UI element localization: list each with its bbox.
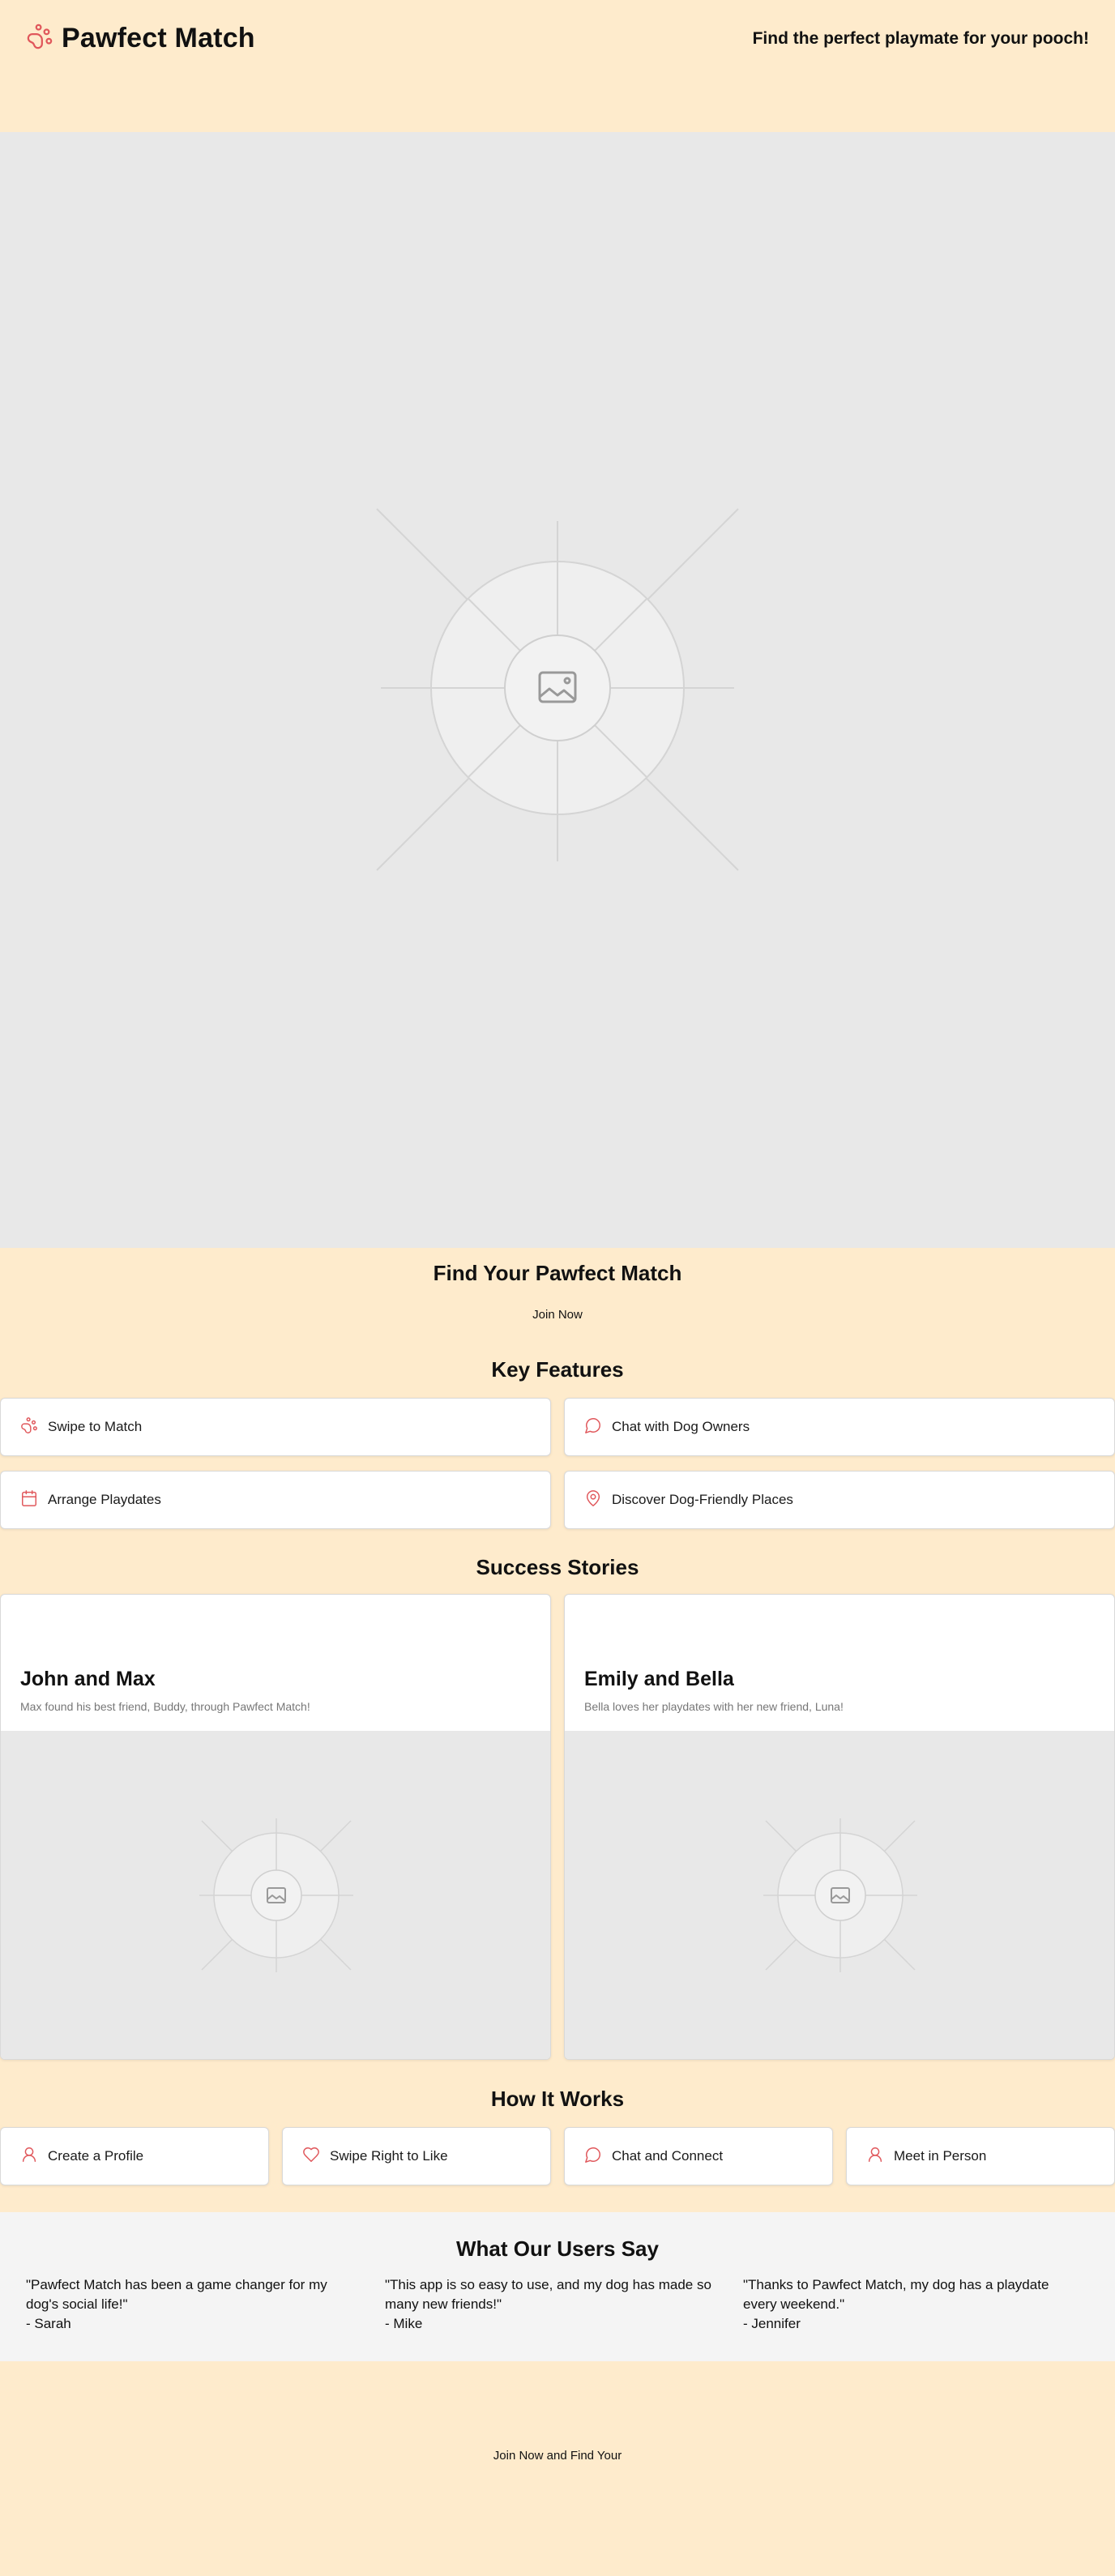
testimonial: "Thanks to Pawfect Match, my dog has a p… <box>743 2275 1075 2334</box>
image-placeholder-icon <box>199 1818 353 1972</box>
story-card-john[interactable]: John and Max Max found his best friend, … <box>0 1594 551 2060</box>
testimonials-section: What Our Users Say "Pawfect Match has be… <box>0 2212 1115 2361</box>
step-chat-connect[interactable]: Chat and Connect <box>564 2127 833 2185</box>
story-name: Emily and Bella <box>584 1668 734 1690</box>
feature-card-chat[interactable]: Chat with Dog Owners <box>564 1398 1115 1456</box>
testimonial-author: - Mike <box>385 2316 423 2331</box>
testimonial-quote: "This app is so easy to use, and my dog … <box>385 2277 711 2312</box>
story-description: Bella loves her playdates with her new f… <box>584 1700 844 1713</box>
feature-card-swipe[interactable]: Swipe to Match <box>0 1398 551 1456</box>
stories-title: Success Stories <box>476 1555 639 1579</box>
hero-image <box>0 132 1115 1248</box>
testimonial-author: - Jennifer <box>743 2316 801 2331</box>
feature-card-playdates[interactable]: Arrange Playdates <box>0 1471 551 1529</box>
testimonial-author: - Sarah <box>26 2316 71 2331</box>
feature-label: Swipe to Match <box>48 1419 143 1434</box>
story-name: John and Max <box>20 1668 156 1690</box>
testimonial: "Pawfect Match has been a game changer f… <box>26 2275 358 2334</box>
feature-label: Discover Dog-Friendly Places <box>612 1492 793 1507</box>
story-image <box>565 1731 1114 2059</box>
story-image <box>1 1731 550 2059</box>
user-icon <box>866 2146 884 2168</box>
image-placeholder-icon <box>763 1818 917 1972</box>
image-placeholder-icon <box>376 508 739 871</box>
chat-icon <box>584 1416 602 1438</box>
story-description: Max found his best friend, Buddy, throug… <box>20 1700 310 1713</box>
footer-join-button[interactable]: Join Now and Find Your <box>0 2449 1115 2463</box>
testimonials-title: What Our Users Say <box>456 2236 659 2261</box>
testimonial: "This app is so easy to use, and my dog … <box>385 2275 717 2334</box>
step-swipe-right[interactable]: Swipe Right to Like <box>282 2127 551 2185</box>
user-icon <box>20 2146 38 2168</box>
step-create-profile[interactable]: Create a Profile <box>0 2127 269 2185</box>
paw-icon <box>26 23 53 54</box>
tagline: Find the perfect playmate for your pooch… <box>752 29 1089 48</box>
join-now-button[interactable]: Join Now <box>0 1308 1115 1322</box>
chat-icon <box>584 2146 602 2168</box>
story-card-emily[interactable]: Emily and Bella Bella loves her playdate… <box>564 1594 1115 2060</box>
brand-title: Pawfect Match <box>62 23 255 53</box>
paw-icon <box>20 1416 38 1438</box>
header: Pawfect Match Find the perfect playmate … <box>0 0 1115 132</box>
heart-icon <box>302 2146 320 2168</box>
testimonial-quote: "Thanks to Pawfect Match, my dog has a p… <box>743 2277 1049 2312</box>
feature-label: Chat with Dog Owners <box>612 1419 750 1434</box>
step-label: Create a Profile <box>48 2148 144 2164</box>
step-label: Meet in Person <box>894 2148 987 2164</box>
feature-card-places[interactable]: Discover Dog-Friendly Places <box>564 1471 1115 1529</box>
hero-title: Find Your Pawfect Match <box>433 1261 682 1285</box>
testimonial-quote: "Pawfect Match has been a game changer f… <box>26 2277 327 2312</box>
how-title: How It Works <box>490 2087 625 2111</box>
brand[interactable]: Pawfect Match <box>26 23 255 54</box>
step-label: Chat and Connect <box>612 2148 724 2164</box>
map-pin-icon <box>584 1489 602 1511</box>
features-title: Key Features <box>491 1357 624 1382</box>
feature-label: Arrange Playdates <box>48 1492 161 1507</box>
step-meet-person[interactable]: Meet in Person <box>846 2127 1115 2185</box>
step-label: Swipe Right to Like <box>330 2148 448 2164</box>
calendar-icon <box>20 1489 38 1511</box>
